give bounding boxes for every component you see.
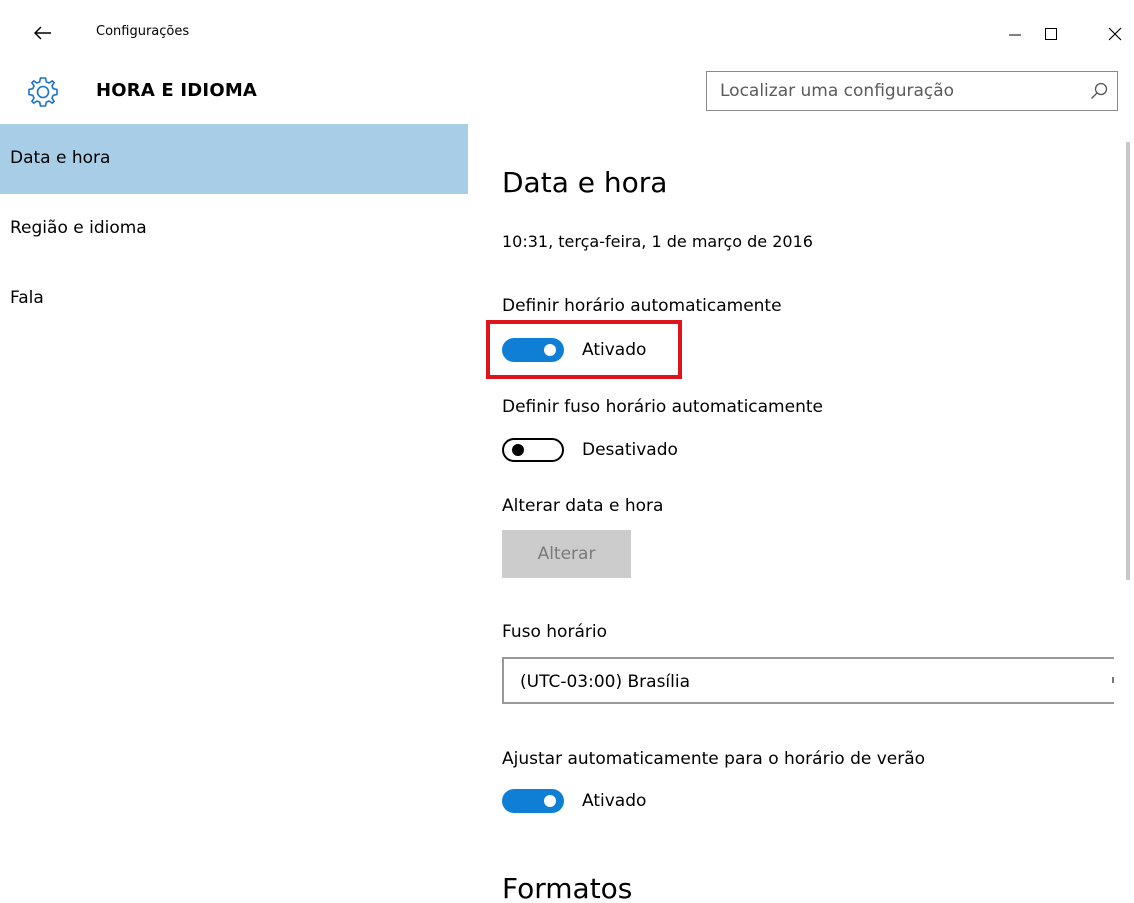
search-icon[interactable]: [1089, 81, 1109, 101]
sidebar: Data e hora Região e idioma Fala: [0, 124, 468, 903]
search-box[interactable]: [706, 71, 1118, 111]
gear-icon: [28, 77, 58, 107]
title-bar: Configurações: [0, 0, 1134, 66]
page-header-title: HORA E IDIOMA: [96, 80, 258, 101]
back-button[interactable]: [26, 18, 60, 48]
change-datetime-button[interactable]: Alterar: [502, 530, 631, 578]
auto-timezone-label: Definir fuso horário automaticamente: [502, 397, 823, 417]
toggle-switch[interactable]: [502, 789, 564, 813]
timezone-dropdown[interactable]: (UTC-03:00) Brasília: [502, 657, 1114, 704]
auto-timezone-state: Desativado: [582, 440, 678, 460]
formats-section-title: Formatos: [502, 872, 633, 903]
back-arrow-icon: [34, 26, 51, 40]
timezone-selected-value: (UTC-03:00) Brasília: [520, 672, 691, 692]
dst-label: Ajustar automaticamente para o horário d…: [502, 749, 926, 769]
window-title: Configurações: [96, 24, 190, 39]
dst-state: Ativado: [582, 791, 647, 811]
current-datetime: 10:31, terça-feira, 1 de março de 2016: [502, 232, 813, 251]
toggle-switch[interactable]: [502, 438, 564, 462]
change-datetime-label: Alterar data e hora: [502, 496, 664, 516]
scrollbar[interactable]: [1126, 142, 1130, 580]
sidebar-item-fala[interactable]: Fala: [0, 264, 468, 334]
search-input[interactable]: [707, 72, 1077, 110]
main-content: Data e hora 10:31, terça-feira, 1 de mar…: [468, 124, 1134, 903]
maximize-icon: [1045, 28, 1057, 40]
toggle-knob: [512, 444, 524, 456]
dropdown-edge-mark: [1112, 677, 1114, 683]
sidebar-item-data-e-hora[interactable]: Data e hora: [0, 124, 468, 194]
auto-time-label: Definir horário automaticamente: [502, 296, 782, 316]
close-button[interactable]: [1092, 14, 1134, 54]
minimize-icon: [1009, 34, 1021, 36]
toggle-knob: [544, 795, 556, 807]
dst-toggle[interactable]: Ativado: [502, 788, 646, 814]
sidebar-item-regiao-e-idioma[interactable]: Região e idioma: [0, 194, 468, 264]
close-icon: [1108, 27, 1122, 41]
highlight-box: [486, 320, 682, 379]
maximize-button[interactable]: [1028, 14, 1074, 54]
auto-timezone-toggle[interactable]: Desativado: [502, 437, 678, 463]
page-title: Data e hora: [502, 166, 668, 199]
timezone-label: Fuso horário: [502, 622, 607, 642]
